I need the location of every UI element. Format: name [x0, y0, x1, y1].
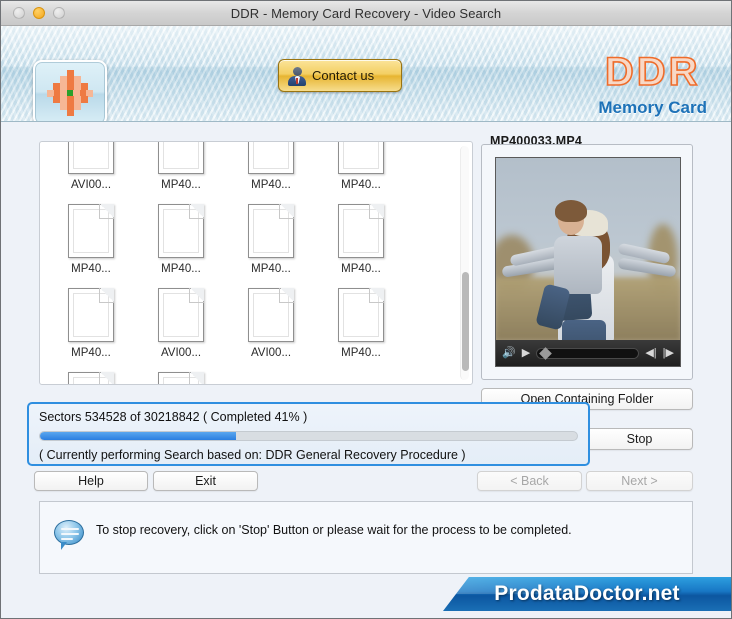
- file-tile[interactable]: MP40...: [234, 142, 308, 191]
- file-name-label: MP40...: [71, 263, 111, 275]
- document-icon: [338, 288, 384, 342]
- brand-subtitle: Memory Card: [598, 98, 707, 117]
- document-icon: [158, 372, 204, 384]
- title-bar: DDR - Memory Card Recovery - Video Searc…: [1, 1, 731, 26]
- brand-logo: DDR Memory Card: [598, 50, 707, 118]
- document-icon: [158, 204, 204, 258]
- video-frame-image: [496, 158, 680, 340]
- play-icon[interactable]: ▶: [522, 347, 530, 359]
- volume-icon[interactable]: 🔊: [502, 347, 516, 359]
- minimize-button[interactable]: [33, 7, 45, 19]
- file-tile[interactable]: MP40...: [144, 372, 218, 384]
- contact-us-button[interactable]: Contact us: [278, 59, 402, 92]
- video-player[interactable]: 🔊 ▶ ◀| |▶: [495, 157, 681, 367]
- file-tile[interactable]: MP40...: [144, 142, 218, 191]
- progress-bar: [39, 431, 578, 441]
- info-panel: To stop recovery, click on 'Stop' Button…: [39, 501, 693, 574]
- progress-detail-line: ( Currently performing Search based on: …: [39, 448, 466, 462]
- file-tile[interactable]: MP40...: [234, 204, 308, 275]
- document-icon: [158, 288, 204, 342]
- file-tile[interactable]: MP40...: [144, 204, 218, 275]
- file-tile[interactable]: MP40...: [54, 372, 128, 384]
- brand-title: DDR: [604, 50, 701, 94]
- app-logo-button[interactable]: [33, 60, 107, 121]
- document-icon: [338, 204, 384, 258]
- zoom-button[interactable]: [53, 7, 65, 19]
- file-tile[interactable]: MP40...: [54, 204, 128, 275]
- seek-handle[interactable]: [539, 346, 553, 360]
- file-tile[interactable]: AVI00...: [144, 288, 218, 359]
- file-tile[interactable]: MP40...: [324, 204, 398, 275]
- help-button[interactable]: Help: [34, 471, 148, 491]
- file-tile[interactable]: MP40...: [54, 288, 128, 359]
- window-title: DDR - Memory Card Recovery - Video Searc…: [230, 5, 502, 21]
- file-name-label: MP40...: [251, 263, 291, 275]
- file-name-label: MP40...: [161, 179, 201, 191]
- application-window: DDR - Memory Card Recovery - Video Searc…: [0, 0, 732, 619]
- file-name-label: MP40...: [251, 179, 291, 191]
- document-icon: [248, 204, 294, 258]
- document-icon: [248, 142, 294, 174]
- preview-panel: 🔊 ▶ ◀| |▶: [481, 144, 693, 380]
- file-list-panel[interactable]: AVI00... MP40... MP40... MP40... MP40... MP40…: [39, 141, 473, 385]
- document-icon: [68, 142, 114, 174]
- document-icon: [68, 204, 114, 258]
- file-name-label: AVI00...: [250, 347, 292, 359]
- stop-button[interactable]: Stop: [586, 428, 693, 450]
- main-content: AVI00... MP40... MP40... MP40... MP40... MP40…: [1, 122, 731, 618]
- next-button[interactable]: Next >: [586, 471, 693, 491]
- progress-bar-fill: [40, 432, 236, 440]
- document-icon: [68, 288, 114, 342]
- person-icon: [288, 66, 306, 86]
- step-forward-icon[interactable]: |▶: [663, 347, 674, 359]
- document-icon: [338, 142, 384, 174]
- close-button[interactable]: [13, 7, 25, 19]
- speech-bubble-icon: [54, 520, 84, 550]
- progress-status-line: Sectors 534528 of 30218842 ( Completed 4…: [39, 410, 308, 424]
- file-tile[interactable]: AVI00...: [234, 288, 308, 359]
- back-button[interactable]: < Back: [477, 471, 582, 491]
- info-message: To stop recovery, click on 'Stop' Button…: [96, 523, 572, 537]
- file-tile[interactable]: AVI00...: [54, 142, 128, 191]
- file-tile[interactable]: MP40...: [324, 142, 398, 191]
- file-name-label: MP40...: [341, 179, 381, 191]
- watermark-text: ProdataDoctor.net: [494, 582, 680, 605]
- file-list-scrollbar[interactable]: [460, 146, 469, 380]
- contact-us-label: Contact us: [312, 68, 375, 83]
- checkered-flower-icon: [47, 70, 93, 116]
- file-name-label: MP40...: [341, 347, 381, 359]
- file-name-label: MP40...: [161, 263, 201, 275]
- player-controls[interactable]: 🔊 ▶ ◀| |▶: [496, 340, 680, 366]
- file-name-label: AVI00...: [70, 179, 112, 191]
- watermark-banner: ProdataDoctor.net: [443, 577, 731, 611]
- header-banner: Contact us DDR Memory Card: [1, 26, 731, 122]
- exit-button[interactable]: Exit: [153, 471, 258, 491]
- file-tile[interactable]: MP40...: [324, 288, 398, 359]
- file-name-label: MP40...: [71, 347, 111, 359]
- scrollbar-thumb[interactable]: [462, 272, 469, 371]
- window-controls: [13, 7, 65, 19]
- file-name-label: MP40...: [341, 263, 381, 275]
- document-icon: [68, 372, 114, 384]
- step-back-icon[interactable]: ◀|: [645, 347, 656, 359]
- file-grid: AVI00... MP40... MP40... MP40... MP40... MP40…: [40, 142, 458, 384]
- document-icon: [248, 288, 294, 342]
- progress-panel: Sectors 534528 of 30218842 ( Completed 4…: [27, 402, 590, 466]
- file-name-label: AVI00...: [160, 347, 202, 359]
- document-icon: [158, 142, 204, 174]
- seek-slider[interactable]: [536, 346, 640, 360]
